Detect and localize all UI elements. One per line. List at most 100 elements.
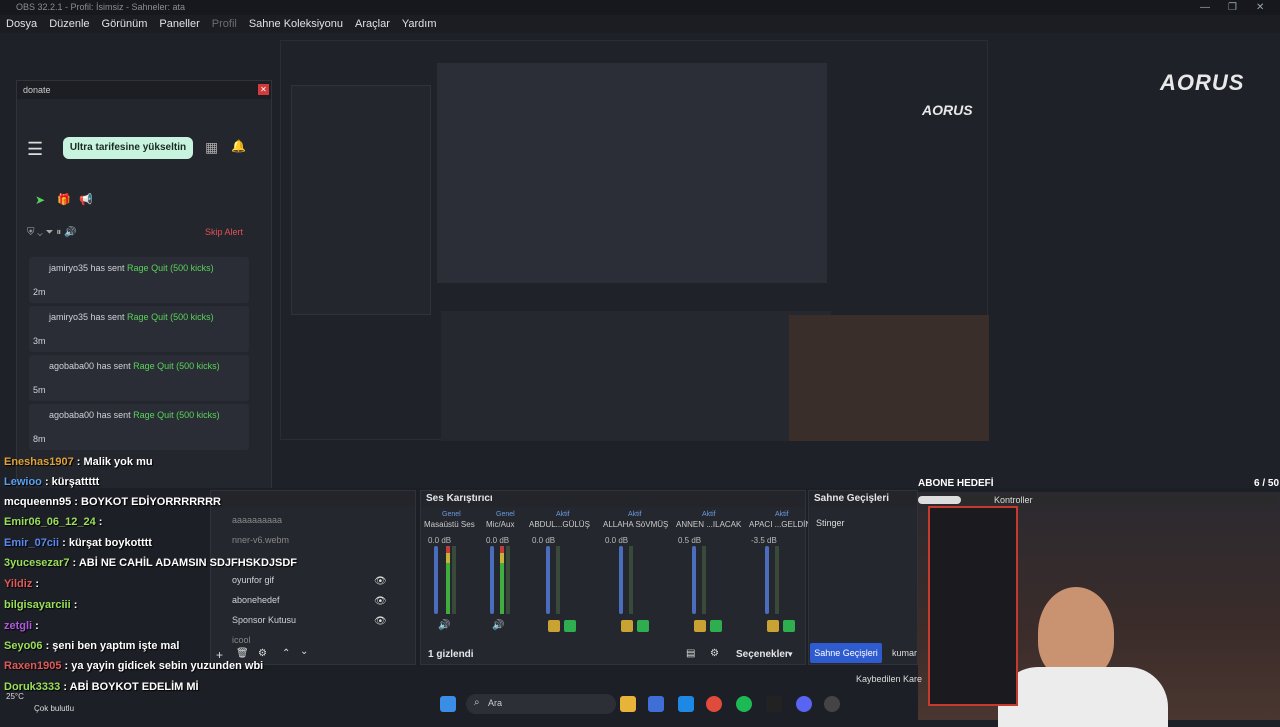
taskbar-search[interactable]: ⌕ Ara [466, 694, 616, 714]
chat-line: Emir_07cii : kürşat boykotttt [4, 537, 152, 549]
bell-icon[interactable]: 🔔 [231, 139, 246, 153]
level-meter [629, 546, 633, 614]
settings-icon[interactable]: ⚙ [710, 648, 719, 659]
mute-icon[interactable] [548, 620, 560, 632]
channel-name[interactable]: Mic/Aux [486, 520, 514, 529]
eye-icon[interactable]: 👁 [374, 616, 387, 627]
maximize-icon[interactable]: ❐ [1228, 0, 1237, 15]
display-capture [280, 40, 989, 441]
close-icon[interactable]: ✕ [258, 84, 269, 95]
obs-icon[interactable] [824, 696, 840, 712]
menu-help[interactable]: Yardım [402, 18, 437, 30]
layout-icon[interactable]: ▤ [686, 648, 695, 659]
discord-icon[interactable] [796, 696, 812, 712]
menu-profile[interactable]: Profil [212, 18, 237, 30]
menu-bar: Dosya Düzenle Görünüm Paneller Profil Sa… [0, 15, 1280, 33]
monitor-icon[interactable] [564, 620, 576, 632]
spotify-icon[interactable] [736, 696, 752, 712]
volume-slider[interactable] [546, 546, 550, 614]
speaker-icon[interactable]: 🔊 [438, 620, 450, 631]
chrome-icon[interactable] [706, 696, 722, 712]
nested-obs-dock [441, 311, 831, 441]
volume-slider[interactable] [434, 546, 438, 614]
gift-icon[interactable]: 🎁 [57, 193, 71, 206]
channel-tag: Aktif [628, 511, 642, 518]
hidden-count: 1 gizlendi [428, 649, 474, 660]
chat-line: Eneshas1907 : Malik yok mu [4, 456, 153, 468]
transitions-panel: Sahne Geçişleri [808, 490, 918, 665]
alert-item: agobaba00 has sent Rage Quit (500 kicks)… [29, 355, 249, 401]
volume-slider[interactable] [490, 546, 494, 614]
speaker-icon[interactable]: 🔊 [492, 620, 504, 631]
audio-mixer-panel: Ses Karıştırıcı [420, 490, 806, 665]
menu-tools[interactable]: Araçlar [355, 18, 390, 30]
channel-tag: Aktif [775, 511, 789, 518]
goal-progress-bar [918, 496, 1278, 504]
level-meter [446, 546, 450, 614]
nested-desktop [437, 63, 827, 283]
alert-user: jamiryo35 [49, 312, 89, 322]
monitor-icon[interactable] [710, 620, 722, 632]
transition-partial[interactable]: kumar [892, 648, 917, 658]
chat-line: Raxen1905 : ya yayin gidicek sebin yuzun… [4, 660, 264, 672]
alert-item: agobaba00 has sent Rage Quit (500 kicks)… [29, 404, 249, 450]
close-icon[interactable]: ✕ [1256, 0, 1264, 15]
volume-slider[interactable] [765, 546, 769, 614]
nested-webcam [789, 315, 989, 441]
shield-icon[interactable]: ⛨ ⌄ ⏷ ⏸ 🔊 [27, 227, 76, 238]
alert-gift: Rage Quit (500 kicks) [127, 312, 214, 322]
chat-line: Seyo06 : şeni ben yaptım işte mal [4, 640, 180, 652]
weather-desc[interactable]: Çok bulutlu [34, 704, 74, 713]
search-label: Ara [488, 698, 503, 708]
send-icon[interactable]: ➤ [35, 193, 45, 207]
alert-time: 5m [33, 385, 46, 395]
goal-count: 6 / 50 [1254, 478, 1280, 489]
minimize-icon[interactable]: — [1200, 0, 1210, 15]
mixer-options-button[interactable]: Seçenekler [736, 649, 789, 660]
megaphone-icon[interactable]: 📢 [79, 193, 93, 206]
mute-icon[interactable] [621, 620, 633, 632]
channel-name[interactable]: ANNEN ...ILACAK [676, 520, 741, 529]
store-icon[interactable] [648, 696, 664, 712]
level-meter [556, 546, 560, 614]
goal-title: ABONE HEDEFİ [918, 478, 994, 489]
skip-alert-button[interactable]: Skip Alert [205, 227, 243, 237]
windows-start-icon[interactable] [440, 696, 456, 712]
volume-slider[interactable] [692, 546, 696, 614]
weather-temp[interactable]: 25°C [6, 692, 24, 701]
menu-edit[interactable]: Düzenle [49, 18, 89, 30]
channel-name[interactable]: ALLAHA SöVMÜŞ [603, 520, 668, 529]
gaming-chair [928, 506, 1018, 706]
menu-view[interactable]: Görünüm [102, 18, 148, 30]
level-meter [452, 546, 456, 614]
volume-slider[interactable] [619, 546, 623, 614]
monitor-icon[interactable] [637, 620, 649, 632]
transitions-title: Sahne Geçişleri [809, 491, 917, 507]
menu-scene-collection[interactable]: Sahne Koleksiyonu [249, 18, 343, 30]
level-meter [506, 546, 510, 614]
brand-logo-small: AORUS [922, 102, 973, 118]
hamburger-icon[interactable]: ☰ [27, 139, 43, 160]
folder-icon[interactable] [620, 696, 636, 712]
mute-icon[interactable] [694, 620, 706, 632]
chat-line: Lewioo : kürşattttt [4, 476, 100, 488]
mute-icon[interactable] [767, 620, 779, 632]
channel-name[interactable]: APACI ...GELDİN [749, 520, 811, 529]
alert-time: 3m [33, 336, 46, 346]
transition-select[interactable]: Stinger [816, 518, 845, 528]
monitor-icon[interactable] [783, 620, 795, 632]
menu-docks[interactable]: Paneller [159, 18, 199, 30]
scene-transitions-button[interactable]: Sahne Geçişleri [810, 643, 882, 663]
eye-icon[interactable]: 👁 [374, 576, 387, 587]
channel-name[interactable]: Masaüstü Ses [424, 520, 475, 529]
controls-label: Kontroller [994, 495, 1033, 505]
grid-icon[interactable]: ▦ [205, 139, 218, 156]
chevron-down-icon[interactable]: ⌄ [300, 646, 308, 657]
upgrade-button[interactable]: Ultra tarifesine yükseltin [63, 137, 193, 159]
channel-name[interactable]: ABDUL...GÜLÜŞ [529, 520, 590, 529]
app-icon[interactable] [766, 696, 782, 712]
menu-file[interactable]: Dosya [6, 18, 37, 30]
edge-icon[interactable] [678, 696, 694, 712]
eye-icon[interactable]: 👁 [374, 596, 387, 607]
alert-text: has sent [94, 410, 134, 420]
